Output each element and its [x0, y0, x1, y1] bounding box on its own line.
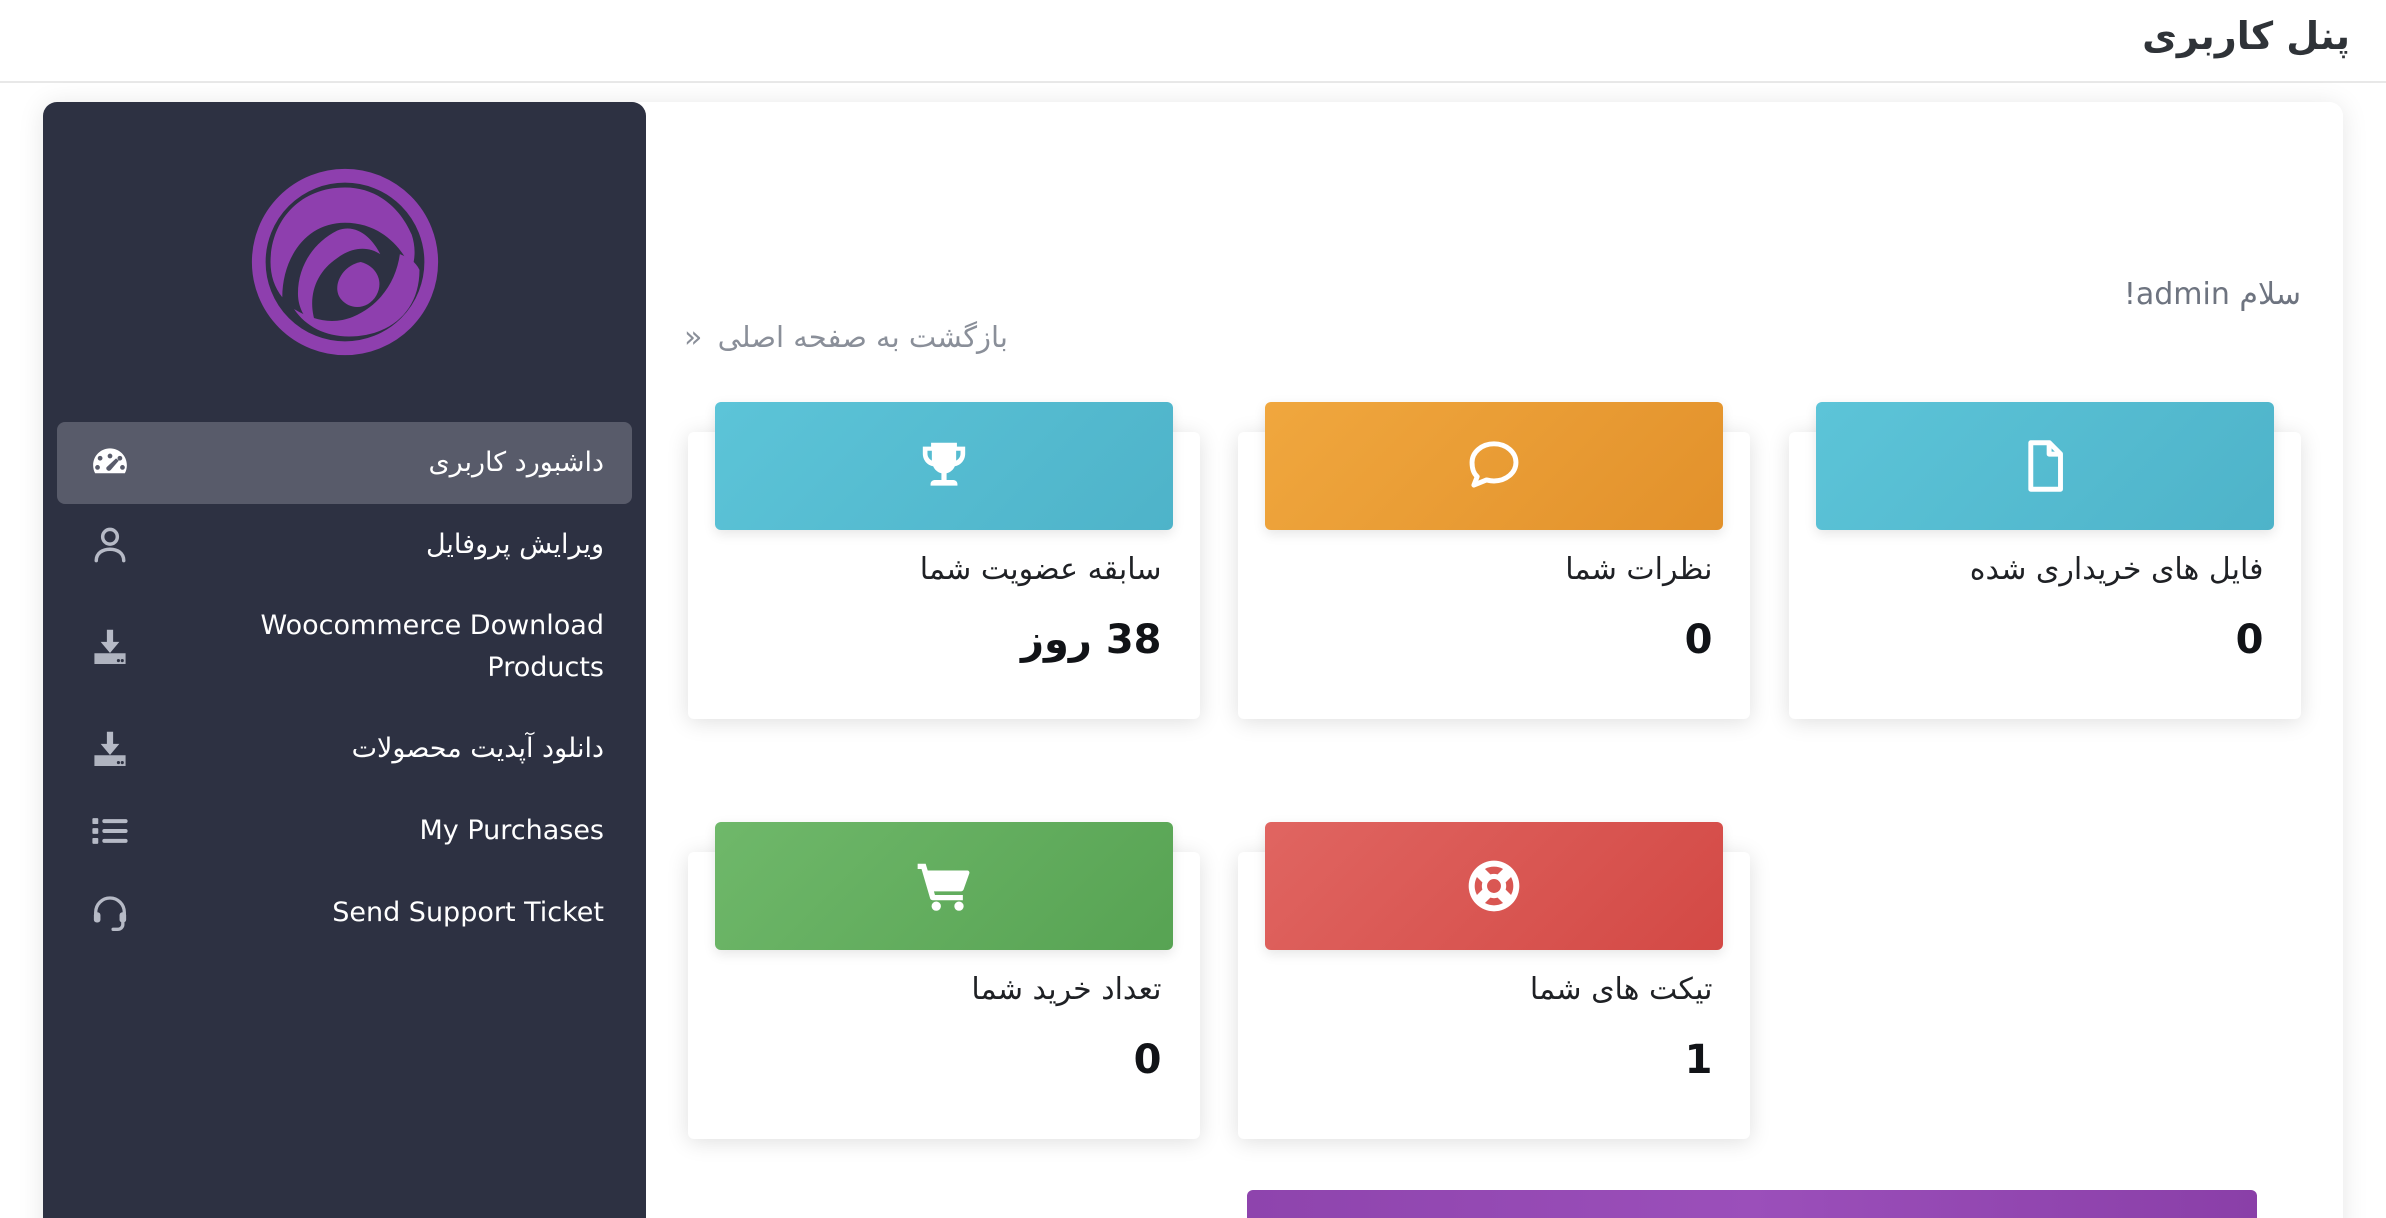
sidebar-item-my-purchases[interactable]: My Purchases	[57, 790, 632, 872]
sidebar-item-label: دانلود آپدیت محصولات	[351, 733, 604, 765]
trophy-icon	[913, 435, 975, 497]
purple-section-bar	[1247, 1190, 2257, 1218]
sidebar-item-label: ویرایش پروفایل	[425, 529, 604, 561]
sidebar: داشبورد کاربری ویرایش پروفایل Woocommerc…	[43, 102, 646, 1218]
dashboard-icon	[83, 436, 137, 490]
sidebar-item-send-support-ticket[interactable]: Send Support Ticket	[57, 872, 632, 954]
sidebar-item-edit-profile[interactable]: ویرایش پروفایل	[57, 504, 632, 586]
list-icon	[83, 804, 137, 858]
card-slot: تیکت های شما 1	[1219, 822, 1770, 1139]
stat-card-header	[1265, 822, 1724, 950]
lifering-icon	[1463, 855, 1525, 917]
stat-card-title: تیکت های شما	[1529, 972, 1713, 1007]
sidebar-item-label: Woocommerce Download Products	[260, 610, 605, 683]
sidebar-item-dashboard[interactable]: داشبورد کاربری	[57, 422, 632, 504]
back-to-home-link[interactable]: بازگشت به صفحه اصلی «	[684, 320, 1008, 355]
stat-card-header	[1816, 402, 2275, 530]
headset-icon	[83, 886, 137, 940]
stat-card-title: تعداد خرید شما	[971, 972, 1162, 1007]
sidebar-nav: داشبورد کاربری ویرایش پروفایل Woocommerc…	[43, 422, 646, 954]
file-icon	[2014, 435, 2076, 497]
main-panel: داشبورد کاربری ویرایش پروفایل Woocommerc…	[43, 102, 2343, 1218]
comment-icon	[1463, 435, 1525, 497]
brand-logo[interactable]	[43, 102, 646, 422]
stat-card-value: 0	[1133, 1037, 1162, 1083]
stat-card-title: سابقه عضویت شما	[919, 552, 1162, 587]
greeting-text: سلام admin!	[2123, 277, 2301, 312]
sidebar-item-label: Send Support Ticket	[332, 897, 604, 929]
stat-card-membership[interactable]: سابقه عضویت شما 38 روز	[687, 402, 1200, 719]
stat-cards-row-1: سابقه عضویت شما 38 روز نظرات شما 0 فایل …	[668, 402, 2321, 719]
card-slot: سابقه عضویت شما 38 روز	[668, 402, 1219, 719]
stat-card-purchased-files[interactable]: فایل های خریداری شده 0	[1789, 402, 2302, 719]
stat-cards-row-2: تعداد خرید شما 0 تیکت های شما 1	[668, 822, 2321, 1139]
dashboard-content: سلام admin! بازگشت به صفحه اصلی « سابقه …	[646, 102, 2343, 1218]
dashboard-page: پنل کاربری داشبورد کاربری ویرایش پروفایل…	[0, 0, 2386, 1218]
stat-card-title: فایل های خریداری شده	[1969, 552, 2264, 587]
sidebar-item-woocommerce-download-products[interactable]: Woocommerce Download Products	[57, 586, 632, 708]
stat-card-value: 0	[1684, 617, 1713, 663]
download-icon	[83, 722, 137, 776]
card-slot: نظرات شما 0	[1219, 402, 1770, 719]
stat-card-header	[714, 822, 1173, 950]
stat-card-tickets[interactable]: تیکت های شما 1	[1238, 822, 1751, 1139]
stat-card-header	[1265, 402, 1724, 530]
stat-card-header	[714, 402, 1173, 530]
stat-card-comments[interactable]: نظرات شما 0	[1238, 402, 1751, 719]
sidebar-item-label: My Purchases	[419, 815, 604, 847]
user-icon	[83, 518, 137, 572]
sidebar-item-product-updates-download[interactable]: دانلود آپدیت محصولات	[57, 708, 632, 790]
top-header: پنل کاربری	[0, 0, 2386, 83]
card-slot: تعداد خرید شما 0	[668, 822, 1219, 1139]
back-link-label: بازگشت به صفحه اصلی	[717, 320, 1008, 354]
stat-card-value: 1	[1684, 1037, 1713, 1083]
cart-icon	[913, 855, 975, 917]
stat-card-title: نظرات شما	[1565, 552, 1713, 587]
stat-card-value: 38 روز	[1020, 617, 1162, 663]
stat-card-purchase-count[interactable]: تعداد خرید شما 0	[687, 822, 1200, 1139]
stat-card-value: 0	[2235, 617, 2264, 663]
page-title: پنل کاربری	[2142, 14, 2350, 58]
sidebar-item-label: داشبورد کاربری	[428, 447, 604, 479]
download-icon	[83, 620, 137, 674]
card-slot: فایل های خریداری شده 0	[1770, 402, 2321, 719]
double-chevron-icon: «	[684, 320, 703, 355]
